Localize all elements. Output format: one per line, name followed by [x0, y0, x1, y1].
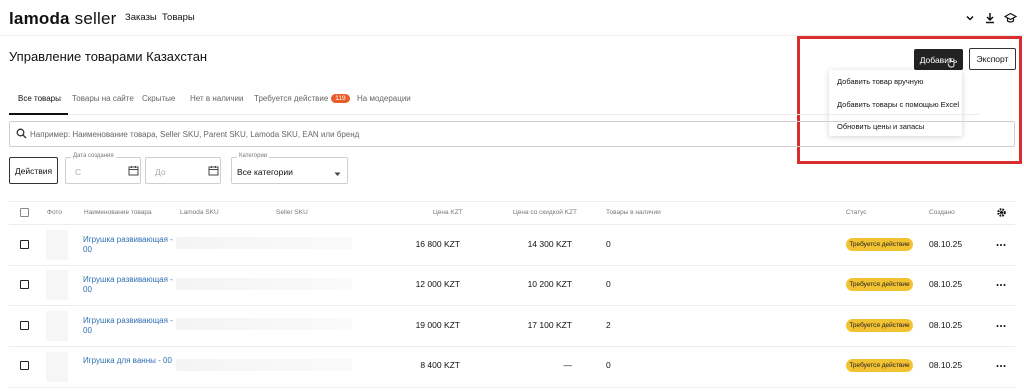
more-options-icon[interactable] — [996, 361, 1006, 371]
download-icon[interactable] — [983, 11, 997, 25]
row-divider — [9, 305, 1015, 306]
tab-action-required[interactable]: Требуется действие 119 — [254, 94, 350, 103]
row-checkbox[interactable] — [20, 321, 29, 330]
product-thumbnail — [46, 352, 68, 382]
row-checkbox[interactable] — [20, 280, 29, 289]
search-icon — [16, 128, 27, 142]
search-box — [9, 121, 1015, 147]
discount-price: 10 200 KZT — [527, 279, 572, 289]
created-date: 08.10.25 — [929, 360, 963, 370]
logo-brand: lamoda — [9, 9, 70, 28]
date-created-label: Дата создания — [71, 153, 116, 159]
row-divider — [9, 346, 1015, 347]
actions-button[interactable]: Действия — [9, 157, 58, 184]
nav-link-products[interactable]: Товары — [162, 12, 195, 23]
date-to-field[interactable]: До — [145, 157, 221, 184]
sku-redacted — [176, 278, 352, 290]
date-from-placeholder: С — [75, 167, 82, 177]
product-thumbnail — [46, 311, 68, 341]
more-options-icon[interactable] — [996, 240, 1006, 250]
tab-count-badge: 119 — [331, 94, 350, 103]
col-created: Создано — [929, 209, 955, 216]
product-name-link[interactable]: Игрушка развивающая - 00 — [83, 235, 173, 255]
settings-gear-icon[interactable] — [996, 207, 1007, 221]
graduation-cap-icon[interactable] — [1003, 11, 1017, 25]
price: 19 000 KZT — [415, 320, 460, 330]
active-tab-indicator — [9, 113, 68, 115]
search-input[interactable] — [30, 122, 790, 146]
col-discount-price: Цена со скидкой KZT — [513, 209, 577, 216]
col-status: Статус — [846, 209, 867, 216]
tab-on-site[interactable]: Товары на сайте — [72, 94, 134, 103]
table-top-border — [9, 201, 1015, 202]
product-thumbnail — [46, 270, 68, 300]
logo-suffix: seller — [74, 9, 117, 28]
row-divider — [9, 387, 1015, 388]
product-thumbnail — [46, 230, 68, 260]
more-options-icon[interactable] — [996, 280, 1006, 290]
nav-link-orders[interactable]: Заказы — [125, 12, 157, 23]
row-checkbox[interactable] — [20, 240, 29, 249]
date-to-placeholder: До — [155, 167, 166, 177]
logo[interactable]: lamoda seller — [9, 9, 116, 29]
price: 12 000 KZT — [415, 279, 460, 289]
discount-price: — — [563, 360, 573, 370]
created-date: 08.10.25 — [929, 279, 963, 289]
tab-all-products[interactable]: Все товары — [18, 94, 61, 103]
product-name-link[interactable]: Игрушка развивающая - 00 — [83, 316, 173, 336]
calendar-icon[interactable] — [128, 165, 139, 179]
col-stock: Товары в наличии — [606, 209, 661, 216]
product-name-link[interactable]: Игрушка развивающая - 00 — [83, 275, 173, 295]
caret-down-icon — [334, 168, 341, 180]
chevron-down-icon[interactable] — [963, 11, 977, 25]
price: 8 400 KZT — [420, 360, 460, 370]
created-date: 08.10.25 — [929, 320, 963, 330]
row-checkbox[interactable] — [20, 361, 29, 370]
sku-redacted — [176, 237, 352, 249]
select-all-checkbox[interactable] — [20, 208, 29, 217]
more-options-icon[interactable] — [996, 321, 1006, 331]
price: 16 800 KZT — [415, 239, 460, 249]
col-name: Наименование товара — [84, 209, 152, 216]
discount-price: 14 300 KZT — [527, 239, 572, 249]
stock-count: 0 — [606, 239, 611, 249]
col-photo: Фото — [47, 209, 62, 216]
tabs-divider — [9, 114, 979, 115]
category-value: Все категории — [237, 167, 293, 177]
created-date: 08.10.25 — [929, 239, 963, 249]
discount-price: 17 100 KZT — [527, 320, 572, 330]
calendar-icon[interactable] — [208, 165, 219, 179]
tab-moderation[interactable]: На модерации — [357, 94, 411, 103]
product-name-link[interactable]: Игрушка для ванны - 00 — [83, 356, 173, 366]
category-label: Категории — [237, 153, 270, 159]
col-price: Цена KZT — [433, 209, 463, 216]
tab-hidden[interactable]: Скрытые — [142, 94, 175, 103]
status-badge: Требуется действие — [846, 359, 913, 372]
page-title: Управление товарами Казахстан — [9, 49, 208, 64]
stock-count: 0 — [606, 360, 611, 370]
status-badge: Требуется действие — [846, 238, 913, 251]
sku-redacted — [176, 318, 352, 330]
stock-count: 2 — [606, 320, 611, 330]
tab-out-of-stock[interactable]: Нет в наличии — [190, 94, 243, 103]
tab-action-required-label: Требуется действие — [254, 94, 329, 103]
sku-redacted — [176, 359, 352, 371]
col-seller-sku: Seller SKU — [276, 209, 308, 216]
col-lamoda-sku: Lamoda SKU — [180, 209, 219, 216]
date-from-field[interactable]: Дата создания С — [65, 153, 141, 184]
row-divider — [9, 265, 1015, 266]
category-select[interactable]: Категории Все категории — [231, 153, 348, 184]
table-header-divider — [9, 224, 1015, 225]
status-badge: Требуется действие — [846, 278, 913, 291]
status-badge: Требуется действие — [846, 319, 913, 332]
stock-count: 0 — [606, 279, 611, 289]
top-nav: lamoda seller Заказы Товары — [0, 0, 1024, 36]
